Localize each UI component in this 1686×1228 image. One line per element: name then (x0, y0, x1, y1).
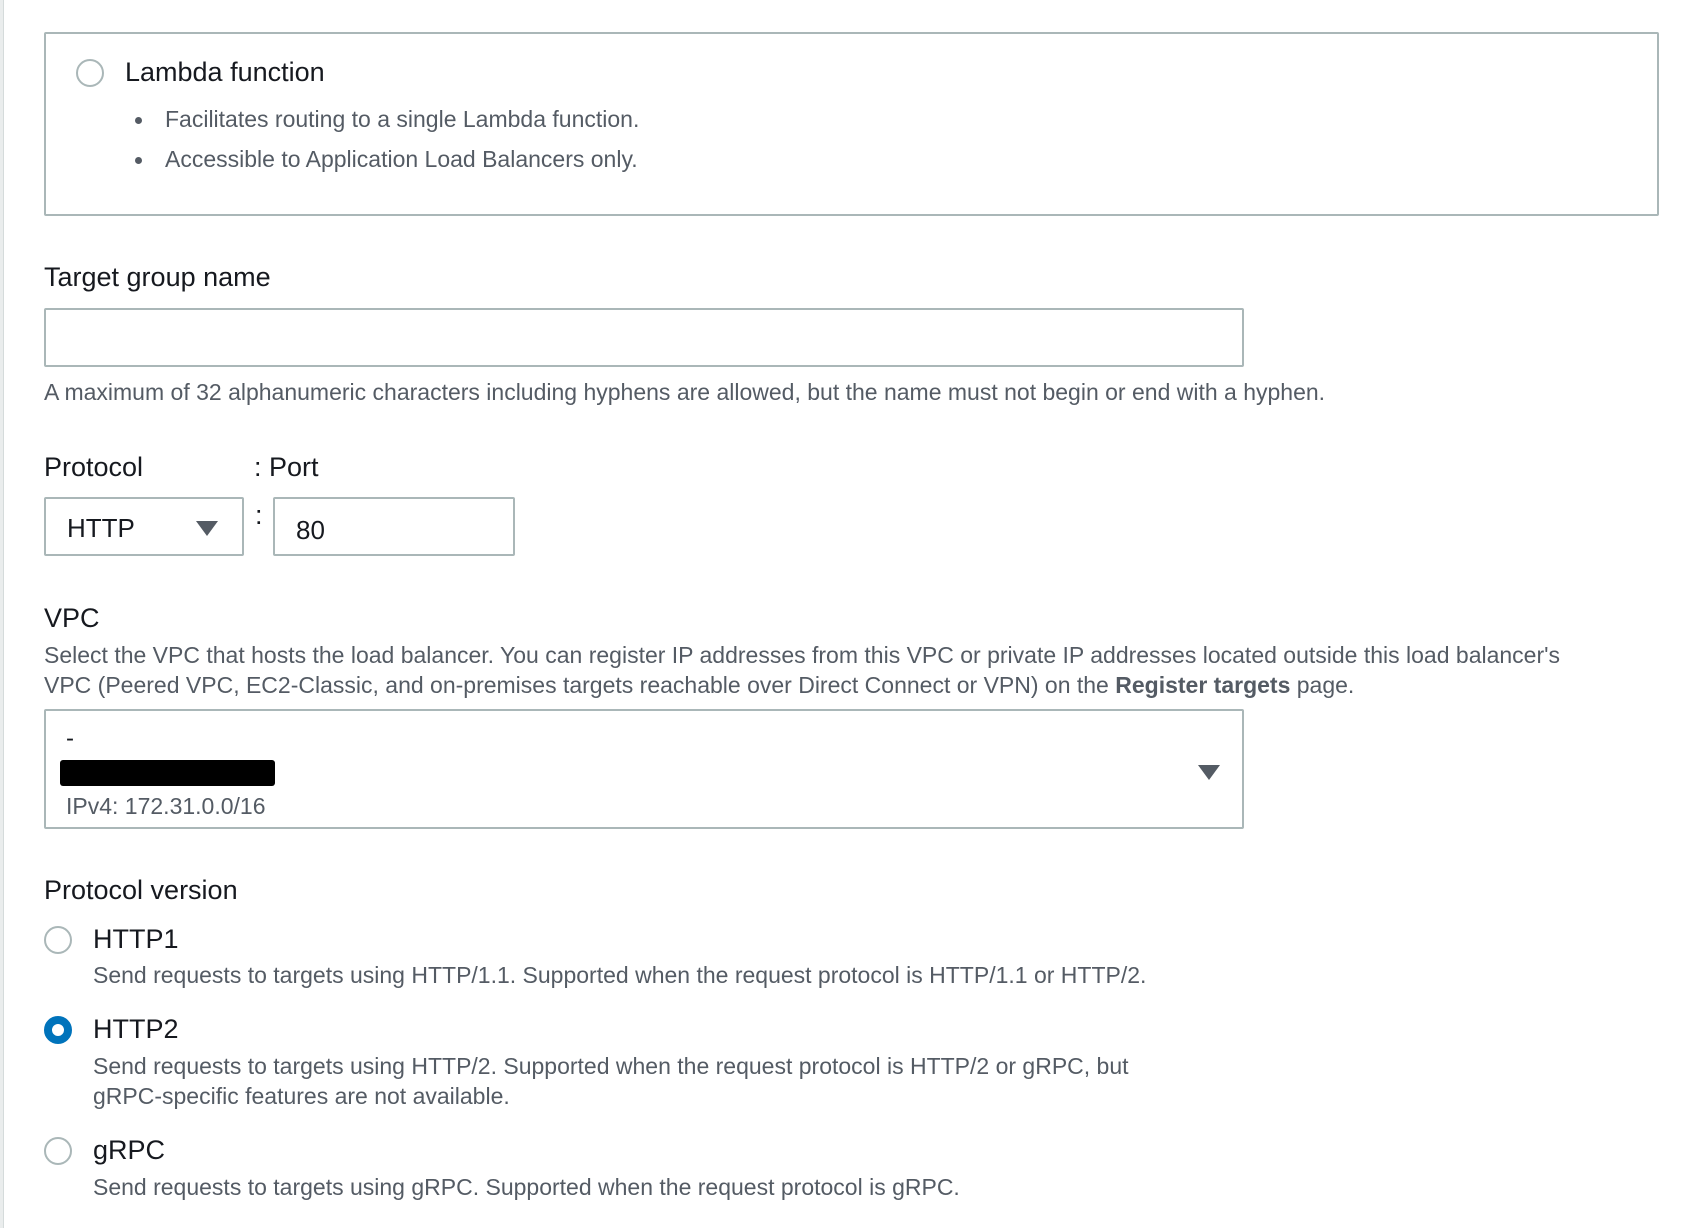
protocol-version-label: Protocol version (44, 875, 238, 905)
http2-description: Send requests to targets using HTTP/2. S… (93, 1053, 1129, 1079)
grpc-description: Send requests to targets using gRPC. Sup… (93, 1174, 960, 1200)
vpc-description-line-2: VPC (Peered VPC, EC2-Classic, and on-pre… (44, 672, 1354, 699)
vpc-description-line-1: Select the VPC that hosts the load balan… (44, 642, 1561, 668)
http2-label[interactable]: HTTP2 (93, 1014, 179, 1045)
bullet-icon (135, 157, 142, 164)
http1-description: Send requests to targets using HTTP/1.1.… (93, 962, 1147, 988)
http1-radio[interactable] (44, 926, 72, 954)
protocol-select-value: HTTP (67, 513, 135, 543)
vpc-select-name: - (66, 725, 74, 752)
http2-radio[interactable] (44, 1016, 72, 1044)
vpc-label: VPC (44, 603, 100, 633)
port-input-value: 80 (296, 515, 325, 545)
http1-label[interactable]: HTTP1 (93, 924, 179, 955)
protocol-label: Protocol (44, 452, 144, 482)
vpc-description-text: VPC (Peered VPC, EC2-Classic, and on-pre… (44, 672, 1116, 698)
chevron-down-icon (196, 521, 218, 536)
port-label: : Port (254, 452, 319, 482)
lambda-function-radio[interactable] (76, 59, 104, 87)
port-input[interactable]: 80 (273, 497, 515, 556)
vpc-description-end: page. (1290, 672, 1355, 698)
chevron-down-icon (1198, 765, 1220, 780)
grpc-radio[interactable] (44, 1137, 72, 1165)
redacted-vpc-id (60, 760, 275, 786)
port-separator: : (255, 500, 263, 530)
target-group-name-hint: A maximum of 32 alphanumeric characters … (44, 379, 1326, 405)
lambda-function-title: Lambda function (125, 57, 325, 87)
grpc-label[interactable]: gRPC (93, 1135, 165, 1166)
bullet-icon (135, 117, 142, 124)
http2-description-2: gRPC-specific features are not available… (93, 1083, 510, 1109)
target-group-name-input[interactable] (44, 308, 1244, 367)
register-targets-emphasis: Register targets (1115, 672, 1291, 698)
protocol-select[interactable]: HTTP (44, 497, 244, 556)
target-group-name-label: Target group name (44, 262, 271, 292)
lambda-bullet-2: Accessible to Application Load Balancers… (165, 146, 638, 172)
vpc-select-ipv4: IPv4: 172.31.0.0/16 (66, 793, 266, 819)
left-panel-border (0, 0, 4, 1228)
lambda-bullet-1: Facilitates routing to a single Lambda f… (165, 106, 640, 132)
